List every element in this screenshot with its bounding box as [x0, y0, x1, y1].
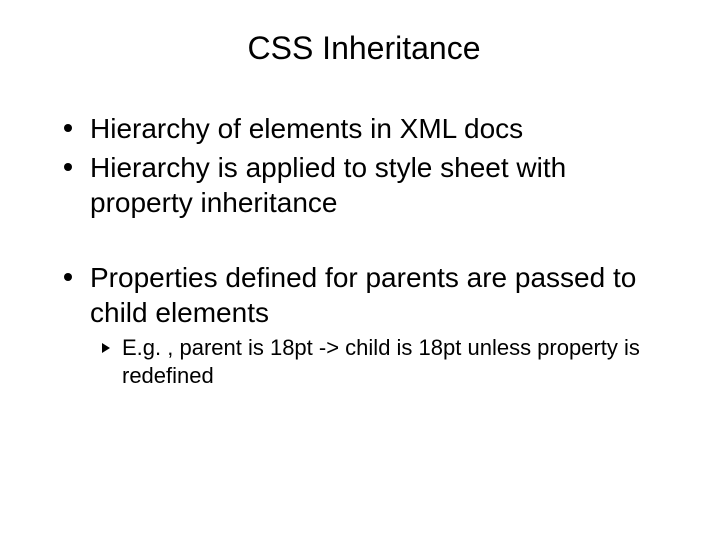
sub-bullet-list: E.g. , parent is 18pt -> child is 18pt u… — [90, 334, 664, 389]
bullet-item: Properties defined for parents are passe… — [58, 260, 664, 389]
sub-bullet-item: E.g. , parent is 18pt -> child is 18pt u… — [100, 334, 664, 389]
bullet-item: Hierarchy is applied to style sheet with… — [58, 150, 664, 220]
bullet-text: Hierarchy is applied to style sheet with… — [90, 152, 566, 218]
slide: CSS Inheritance Hierarchy of elements in… — [0, 0, 720, 540]
bullet-text: Hierarchy of elements in XML docs — [90, 113, 523, 144]
bullet-list: Hierarchy of elements in XML docs Hierar… — [58, 111, 670, 220]
bullet-item: Hierarchy of elements in XML docs — [58, 111, 664, 146]
slide-title: CSS Inheritance — [58, 30, 670, 67]
bullet-list: Properties defined for parents are passe… — [58, 260, 670, 389]
bullet-text: Properties defined for parents are passe… — [90, 262, 636, 328]
sub-bullet-text: E.g. , parent is 18pt -> child is 18pt u… — [122, 335, 640, 388]
spacer — [58, 224, 670, 260]
